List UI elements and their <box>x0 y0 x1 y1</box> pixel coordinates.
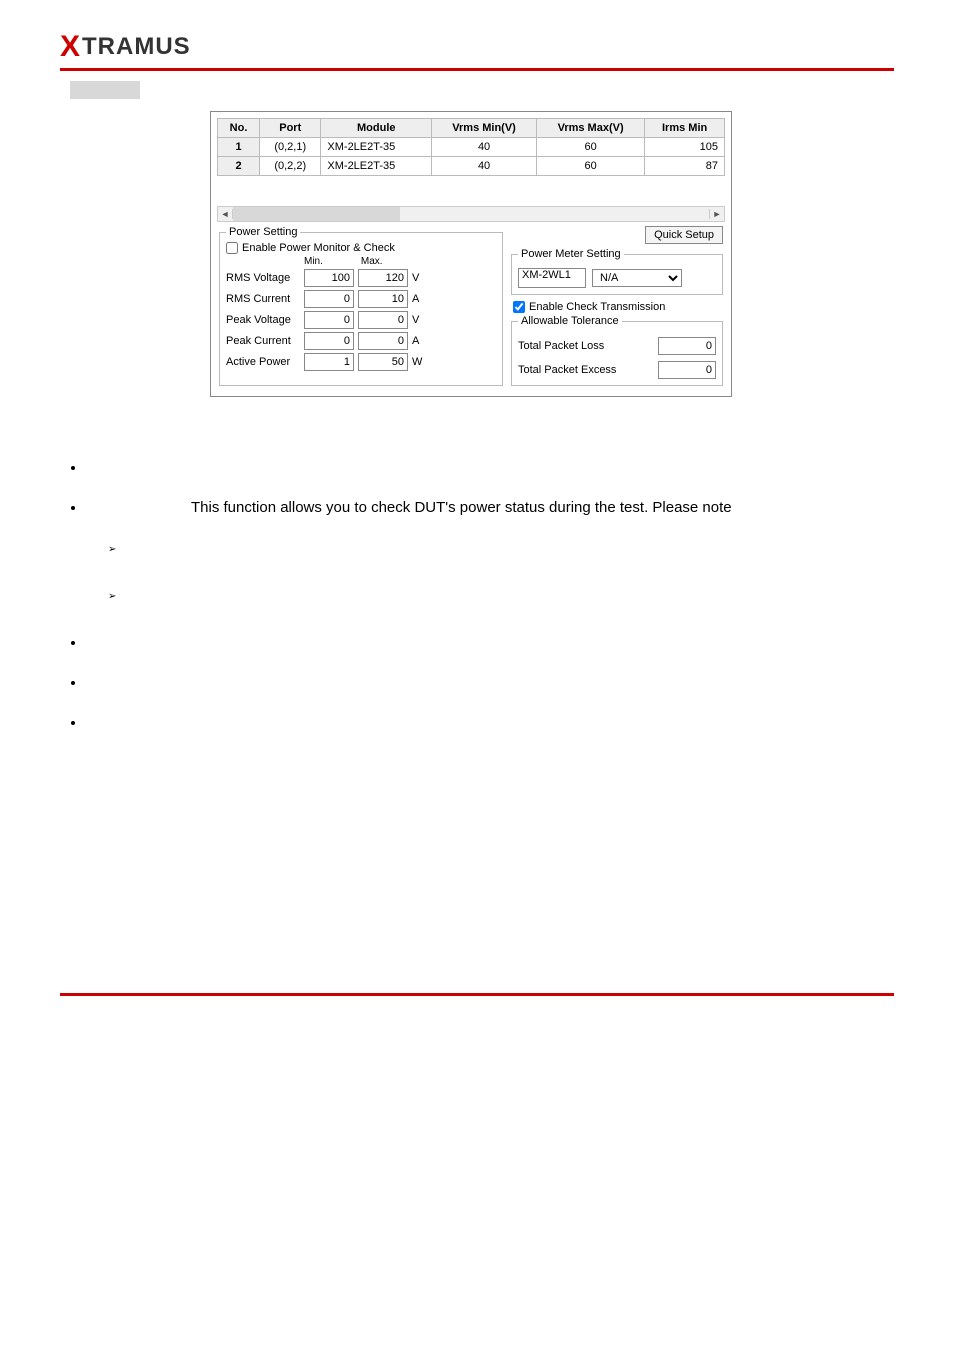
sub-bullet-item <box>108 584 894 606</box>
total-packet-excess-label: Total Packet Excess <box>518 364 616 376</box>
allowable-tolerance-legend: Allowable Tolerance <box>518 315 622 327</box>
rms-voltage-max[interactable] <box>358 269 408 287</box>
col-port[interactable]: Port <box>260 119 321 138</box>
bullet-item <box>86 672 894 694</box>
table-row[interactable]: 2 (0,2,2) XM-2LE2T-35 40 60 87 <box>218 157 725 176</box>
power-setting-fieldset: Power Setting Enable Power Monitor & Che… <box>219 226 503 386</box>
rms-voltage-label: RMS Voltage <box>226 272 300 284</box>
logo-text: TRAMUS <box>82 33 191 61</box>
logo-x-icon: X <box>60 30 81 64</box>
quick-setup-button[interactable]: Quick Setup <box>645 226 723 244</box>
scroll-track[interactable] <box>233 207 709 221</box>
col-vmax[interactable]: Vrms Max(V) <box>537 119 645 138</box>
rms-voltage-min[interactable] <box>304 269 354 287</box>
enable-power-monitor-checkbox[interactable] <box>226 242 238 254</box>
enable-power-monitor-label: Enable Power Monitor & Check <box>242 242 395 254</box>
peak-current-min[interactable] <box>304 332 354 350</box>
max-header: Max. <box>361 256 383 267</box>
rms-current-min[interactable] <box>304 290 354 308</box>
scroll-thumb[interactable] <box>233 207 400 221</box>
enable-check-transmission-label: Enable Check Transmission <box>529 301 665 313</box>
pms-device: XM-2WL1 <box>518 268 586 288</box>
peak-current-max[interactable] <box>358 332 408 350</box>
allowable-tolerance-fieldset: Allowable Tolerance Total Packet Loss To… <box>511 315 723 386</box>
bullet-item <box>86 712 894 734</box>
body-line: This function allows you to check DUT's … <box>191 499 732 516</box>
logo: XTRAMUS <box>60 30 894 64</box>
power-meter-setting-fieldset: Power Meter Setting XM-2WL1 N/A <box>511 248 723 295</box>
rms-current-max[interactable] <box>358 290 408 308</box>
rms-current-label: RMS Current <box>226 293 300 305</box>
scroll-left-icon[interactable]: ◄ <box>218 209 233 219</box>
active-power-min[interactable] <box>304 353 354 371</box>
col-module[interactable]: Module <box>321 119 432 138</box>
body-text: xxxxxxxxxxxxxxThis function allows you t… <box>60 457 894 733</box>
power-meter-setting-legend: Power Meter Setting <box>518 248 624 260</box>
footer-divider <box>60 993 894 996</box>
table-row[interactable]: 1 (0,2,1) XM-2LE2T-35 40 60 105 <box>218 138 725 157</box>
active-power-label: Active Power <box>226 356 300 368</box>
col-no[interactable]: No. <box>218 119 260 138</box>
pms-option-select[interactable]: N/A <box>592 269 682 287</box>
total-packet-loss-input[interactable] <box>658 337 716 355</box>
bullet-item <box>86 457 894 479</box>
port-table: No. Port Module Vrms Min(V) Vrms Max(V) … <box>217 118 725 176</box>
min-header: Min. <box>304 256 323 267</box>
settings-panel: No. Port Module Vrms Min(V) Vrms Max(V) … <box>210 111 732 397</box>
peak-voltage-label: Peak Voltage <box>226 314 300 326</box>
scroll-right-icon[interactable]: ► <box>709 209 724 219</box>
gray-placeholder <box>70 81 140 99</box>
sub-bullet-item <box>108 537 894 559</box>
horizontal-scrollbar[interactable]: ◄ ► <box>217 206 725 222</box>
total-packet-excess-input[interactable] <box>658 361 716 379</box>
bullet-item <box>86 632 894 654</box>
active-power-max[interactable] <box>358 353 408 371</box>
peak-voltage-min[interactable] <box>304 311 354 329</box>
peak-current-label: Peak Current <box>226 335 300 347</box>
total-packet-loss-label: Total Packet Loss <box>518 340 604 352</box>
col-vmin[interactable]: Vrms Min(V) <box>432 119 537 138</box>
power-setting-legend: Power Setting <box>226 226 300 238</box>
bullet-item: xxxxxxxxxxxxxxThis function allows you t… <box>86 497 894 606</box>
peak-voltage-max[interactable] <box>358 311 408 329</box>
header-divider <box>60 68 894 71</box>
col-imin[interactable]: Irms Min <box>645 119 725 138</box>
enable-check-transmission-checkbox[interactable] <box>513 301 525 313</box>
